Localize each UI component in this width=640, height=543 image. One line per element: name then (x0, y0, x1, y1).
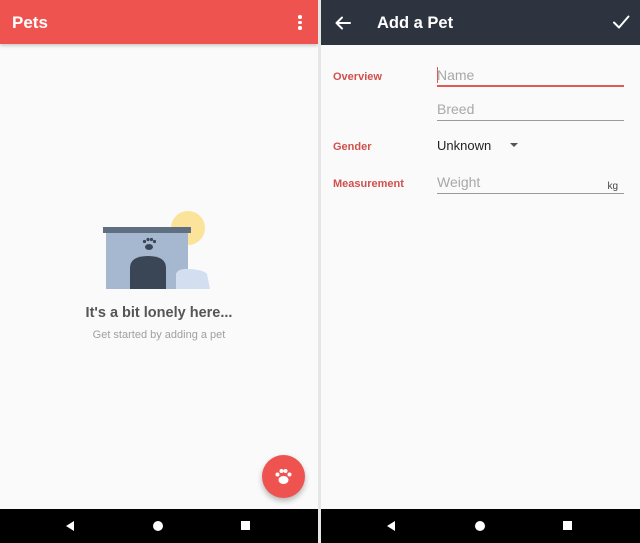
nav-recents-icon[interactable] (563, 521, 572, 530)
arrow-back-icon[interactable] (333, 13, 353, 33)
gender-value: Unknown (437, 138, 492, 153)
dropdown-arrow-icon (510, 143, 518, 147)
add-pet-title: Add a Pet (377, 14, 454, 32)
pets-screen: Pets It's a bit lonely here... Get start… (0, 0, 318, 543)
system-nav-bar (321, 509, 640, 543)
empty-state-title: It's a bit lonely here... (85, 305, 233, 321)
name-input[interactable] (437, 65, 624, 85)
doghouse-roof (103, 227, 191, 233)
breed-field[interactable] (437, 99, 624, 121)
add-pet-screen: Add a Pet Overview Gender Unknown Measur… (321, 0, 640, 543)
add-pet-toolbar: Add a Pet (321, 0, 640, 45)
text-caret (437, 67, 438, 83)
pets-app-bar: Pets (0, 0, 318, 44)
weight-underline (437, 193, 624, 194)
nav-home-icon[interactable] (153, 521, 163, 531)
measurement-label: Measurement (333, 178, 404, 190)
pets-title: Pets (12, 13, 48, 32)
check-icon[interactable] (611, 12, 631, 32)
weight-unit: kg (607, 181, 618, 192)
breed-input[interactable] (437, 99, 624, 119)
paw-icon (275, 469, 292, 484)
nav-back-icon[interactable] (66, 521, 74, 531)
system-nav-bar (0, 509, 318, 543)
nav-back-icon[interactable] (387, 521, 395, 531)
name-field[interactable] (437, 65, 624, 87)
weight-field[interactable]: kg (437, 172, 624, 194)
more-vert-icon[interactable] (290, 10, 310, 34)
gender-dropdown[interactable]: Unknown (437, 138, 527, 158)
empty-state-illustration (103, 211, 210, 289)
overview-label: Overview (333, 71, 382, 83)
breed-underline (437, 120, 624, 121)
nav-home-icon[interactable] (475, 521, 485, 531)
nav-recents-icon[interactable] (241, 521, 250, 530)
add-pet-fab[interactable] (262, 455, 305, 498)
weight-input[interactable] (437, 172, 624, 192)
doghouse-door (130, 256, 166, 289)
gender-label: Gender (333, 141, 372, 153)
food-bowl (176, 268, 210, 289)
empty-state-subtitle: Get started by adding a pet (92, 329, 226, 341)
name-underline (437, 85, 624, 87)
